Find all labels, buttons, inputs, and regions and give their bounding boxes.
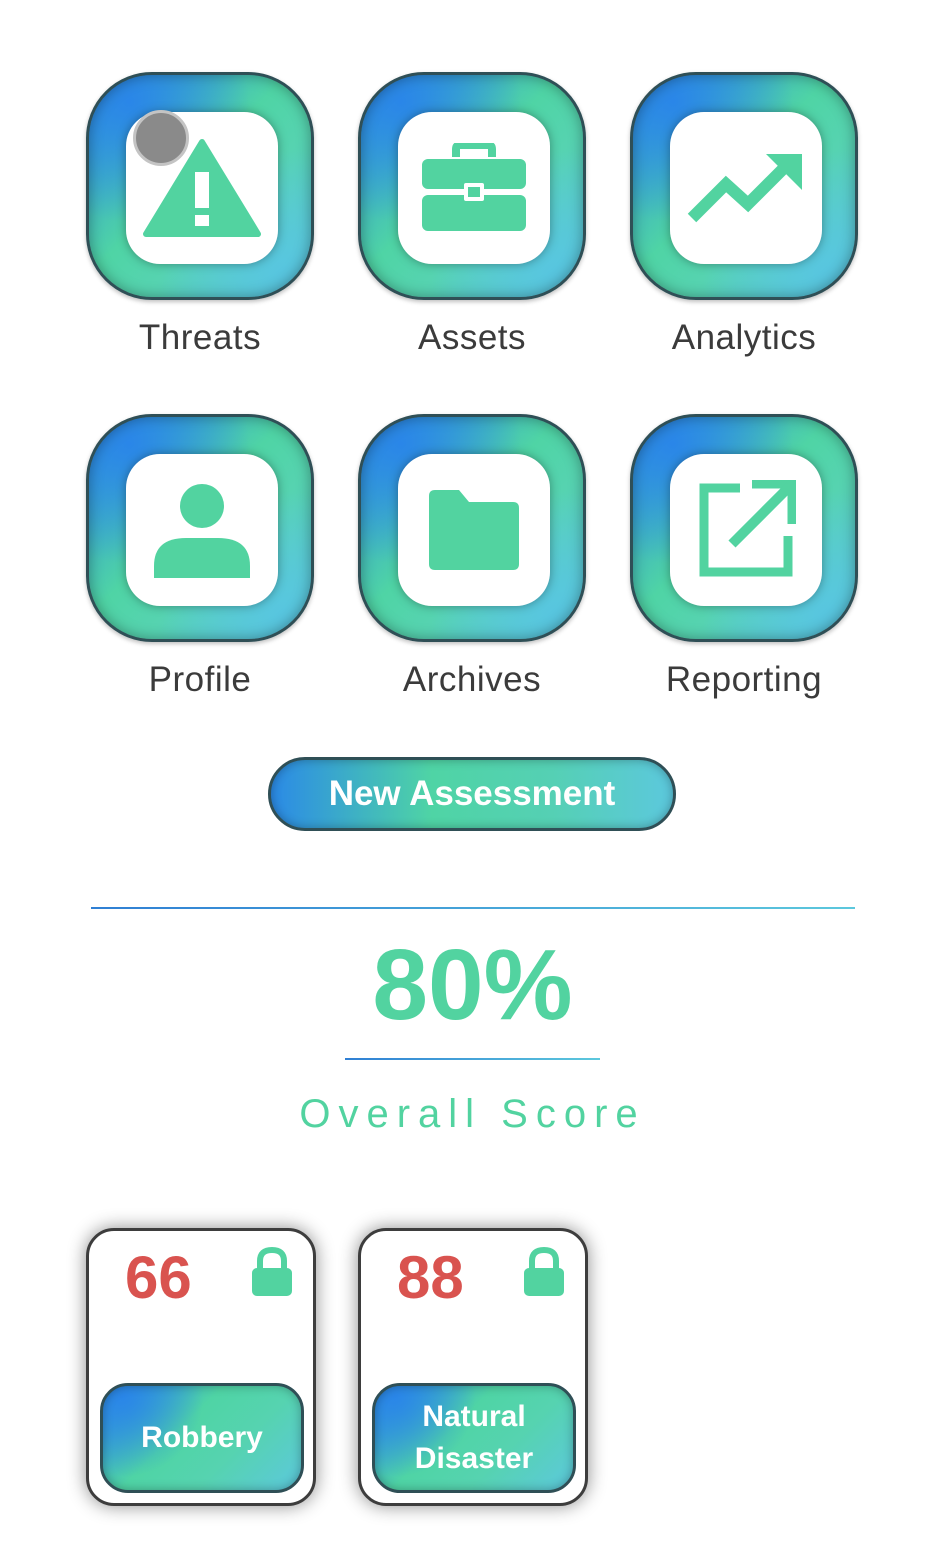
new-assessment-button[interactable]: New Assessment <box>268 757 676 831</box>
touch-indicator <box>133 110 189 166</box>
top-divider <box>91 907 855 909</box>
folder-icon <box>429 490 519 570</box>
robbery-score: 66 <box>125 1244 192 1311</box>
archives-label: Archives <box>402 660 542 699</box>
natural-disaster-label-line2: Disaster <box>414 1442 534 1475</box>
briefcase-icon <box>422 143 526 231</box>
robbery-button[interactable]: Robbery <box>100 1383 304 1493</box>
natural-disaster-card: 88 Natural Disaster <box>358 1228 588 1506</box>
robbery-card: 66 Robbery <box>86 1228 316 1506</box>
external-link-icon <box>699 480 796 577</box>
lock-icon <box>252 1247 292 1296</box>
overall-score-label: Overall Score <box>299 1092 646 1136</box>
profile-tile[interactable] <box>86 414 314 642</box>
robbery-label: Robbery <box>141 1421 263 1454</box>
analytics-tile[interactable] <box>630 72 858 300</box>
overall-score-value: 80% <box>372 929 573 1041</box>
score-divider <box>345 1058 600 1060</box>
profile-label: Profile <box>148 660 252 699</box>
natural-disaster-label-line1: Natural <box>422 1400 526 1433</box>
archives-tile[interactable] <box>358 414 586 642</box>
threats-tile[interactable] <box>86 72 314 300</box>
lock-icon <box>524 1247 564 1296</box>
threats-label: Threats <box>138 318 262 357</box>
assets-tile[interactable] <box>358 72 586 300</box>
reporting-tile[interactable] <box>630 414 858 642</box>
reporting-label: Reporting <box>665 660 823 699</box>
analytics-label: Analytics <box>671 318 817 357</box>
assets-label: Assets <box>417 318 527 357</box>
natural-disaster-button[interactable]: Natural Disaster <box>372 1383 576 1493</box>
user-icon <box>154 484 250 578</box>
trending-up-icon <box>687 154 802 223</box>
natural-disaster-score: 88 <box>397 1244 464 1311</box>
